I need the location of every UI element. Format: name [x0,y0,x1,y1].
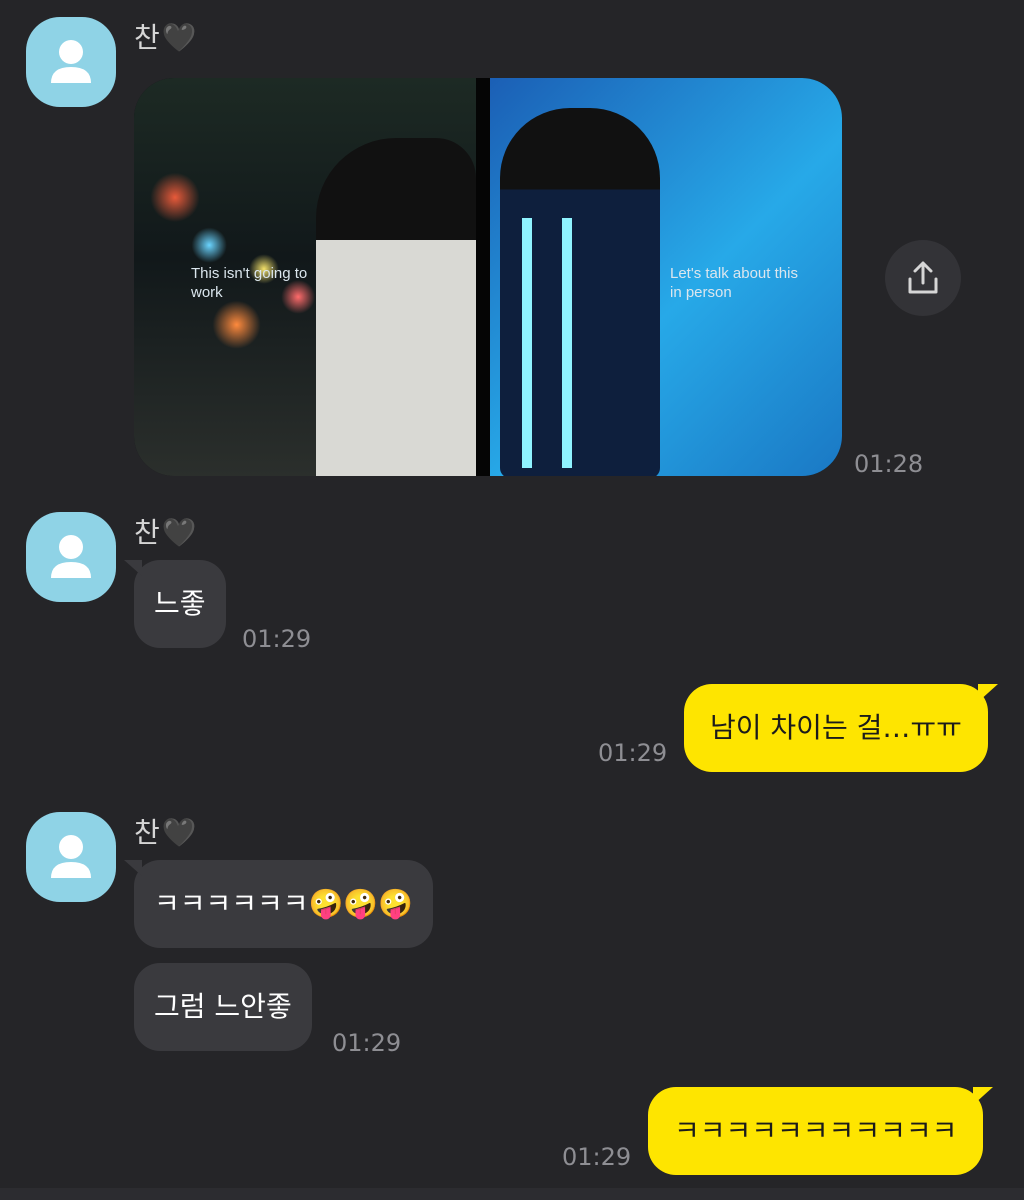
avatar[interactable] [26,812,116,902]
message-time: 01:28 [854,450,924,478]
caption-left: This isn't going to work [191,265,308,301]
avatar[interactable] [26,17,116,107]
black-heart-icon: 🖤 [161,516,197,549]
sender-name-text: 찬 [134,516,160,549]
sender-name: 찬 🖤 [134,20,197,56]
black-heart-icon: 🖤 [161,816,197,849]
input-bar-edge [0,1188,1024,1200]
photo-left: This isn't going to work [134,78,476,476]
photo-message[interactable]: This isn't going to work Let's talk abou… [134,78,842,476]
share-button[interactable] [885,240,961,316]
message-bubble[interactable]: 그럼 느안좋 [134,963,312,1051]
photo-person-left [316,138,476,476]
message-time: 01:29 [598,739,668,767]
message-bubble[interactable]: 느좋 [124,560,226,648]
black-heart-icon: 🖤 [161,21,197,54]
sender-name: 찬 🖤 [134,815,197,851]
sender-name-text: 찬 [134,816,160,849]
photo-right: Let's talk about this in person [490,78,842,476]
message-time: 01:29 [562,1143,632,1171]
message-time: 01:29 [242,625,312,653]
message-bubble[interactable]: ㅋㅋㅋㅋㅋㅋ🤪🤪🤪 [123,860,434,948]
my-message-bubble[interactable]: ㅋㅋㅋㅋㅋㅋㅋㅋㅋㅋㅋ [648,1087,994,1175]
person-icon [51,40,91,83]
sender-name: 찬 🖤 [134,515,197,551]
share-icon [908,261,938,294]
my-message-bubble[interactable]: 남이 차이는 걸…ㅠㅠ [684,684,998,772]
photo-person-right [500,108,660,476]
avatar[interactable] [26,512,116,602]
person-icon [51,835,91,878]
message-time: 01:29 [332,1029,402,1057]
person-icon [51,535,91,578]
caption-right: Let's talk about this in person [670,265,798,301]
sender-name-text: 찬 [134,21,160,54]
photo-divider [476,78,490,476]
